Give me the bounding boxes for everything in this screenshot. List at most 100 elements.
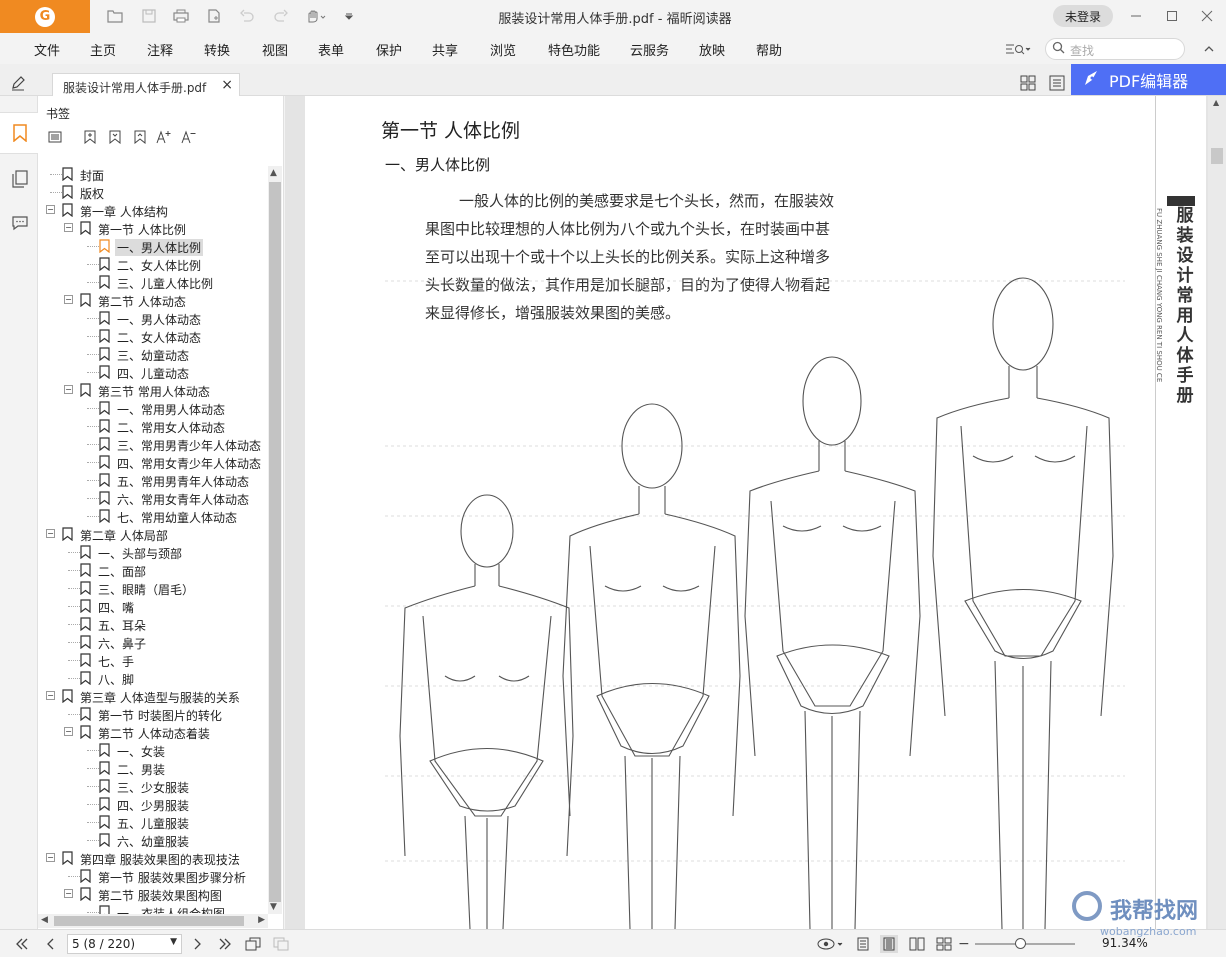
ribbon-collapse-icon[interactable] (1200, 40, 1218, 58)
customize-quick-access-icon[interactable] (340, 7, 358, 25)
bookmark-item[interactable]: 三、儿童人体比例 (38, 274, 268, 292)
bookmark-item[interactable]: 三、幼童动态 (38, 346, 268, 364)
bookmark-collapse-toggle[interactable]: − (46, 529, 55, 538)
menu-features[interactable]: 特色功能 (548, 40, 600, 59)
facing-page-icon[interactable] (908, 935, 926, 953)
bookmark-collapse-toggle[interactable]: − (46, 205, 55, 214)
bookmark-down-icon[interactable] (106, 128, 124, 146)
menu-help[interactable]: 帮助 (756, 40, 782, 59)
open-folder-icon[interactable] (106, 7, 124, 25)
page-number-field[interactable]: 5 (8 / 220) ▼ (67, 934, 182, 954)
search-options-icon[interactable] (1003, 40, 1033, 58)
bookmark-options-icon[interactable] (46, 128, 64, 146)
bookmark-collapse-toggle[interactable]: − (64, 295, 73, 304)
zoom-out-icon[interactable]: − (958, 936, 970, 952)
bookmark-item[interactable]: − 第二节 人体动态着装 (38, 724, 268, 742)
bookmark-collapse-toggle[interactable]: − (64, 385, 73, 394)
bookmark-item[interactable]: 三、常用男青少年人体动态 (38, 436, 268, 454)
add-bookmark-icon[interactable] (81, 128, 99, 146)
bookmark-hscroll-thumb[interactable] (54, 916, 244, 926)
document-scroll-thumb[interactable] (1211, 148, 1223, 164)
bookmark-item[interactable]: 四、常用女青少年人体动态 (38, 454, 268, 472)
bookmark-item[interactable]: − 第二节 人体动态 (38, 292, 268, 310)
bookmark-collapse-toggle[interactable]: − (46, 853, 55, 862)
bookmark-item[interactable]: − 第四章 服装效果图的表现技法 (38, 850, 268, 868)
print-icon[interactable] (172, 7, 190, 25)
scroll-right-icon[interactable]: ▶ (258, 915, 265, 925)
continuous-facing-icon[interactable] (935, 935, 953, 953)
undo-icon[interactable] (238, 7, 256, 25)
menu-convert[interactable]: 转换 (204, 40, 230, 59)
bookmark-item[interactable]: 八、脚 (38, 670, 268, 688)
edit-pen-icon[interactable] (9, 74, 27, 92)
bookmark-item[interactable]: 三、少女服装 (38, 778, 268, 796)
scroll-up-icon[interactable]: ▲ (270, 168, 277, 178)
bookmark-item[interactable]: 六、常用女青年人体动态 (38, 490, 268, 508)
tile-view-icon[interactable] (1019, 74, 1037, 92)
bookmark-item[interactable]: 三、眼睛（眉毛） (38, 580, 268, 598)
last-page-icon[interactable] (216, 935, 234, 953)
document-vertical-scrollbar[interactable]: ▲ (1208, 96, 1226, 929)
next-page-icon[interactable] (188, 935, 206, 953)
app-logo[interactable]: G (0, 0, 90, 33)
pages-icon[interactable] (9, 168, 31, 190)
bookmark-item[interactable]: 二、面部 (38, 562, 268, 580)
bookmark-item[interactable]: 一、女装 (38, 742, 268, 760)
document-list-icon[interactable] (1048, 74, 1066, 92)
search-input[interactable]: 查找 (1045, 38, 1185, 60)
bookmark-collapse-toggle[interactable]: − (64, 889, 73, 898)
bookmark-item[interactable]: − 第二章 人体局部 (38, 526, 268, 544)
doc-scroll-up-icon[interactable]: ▲ (1213, 98, 1219, 107)
comments-icon[interactable] (9, 212, 31, 234)
minimize-icon[interactable] (1126, 6, 1146, 26)
menu-cloud[interactable]: 云服务 (630, 40, 669, 59)
bookmark-item[interactable]: 版权 (38, 184, 268, 202)
bookmark-collapse-toggle[interactable]: − (46, 691, 55, 700)
previous-view-icon[interactable] (244, 935, 262, 953)
menu-view[interactable]: 视图 (262, 40, 288, 59)
bookmark-vertical-scrollbar[interactable]: ▲ ▼ (268, 166, 282, 914)
bookmark-item[interactable]: 一、常用男人体动态 (38, 400, 268, 418)
bookmark-item[interactable]: 四、少男服装 (38, 796, 268, 814)
redo-icon[interactable] (272, 7, 290, 25)
menu-slideshow[interactable]: 放映 (699, 40, 725, 59)
previous-page-icon[interactable] (42, 935, 60, 953)
bookmark-item[interactable]: − 第二节 服装效果图构图 (38, 886, 268, 904)
bookmark-item[interactable]: − 第三章 人体造型与服装的关系 (38, 688, 268, 706)
bookmark-item[interactable]: − 第三节 常用人体动态 (38, 382, 268, 400)
zoom-slider-handle[interactable] (1015, 938, 1026, 949)
bookmark-item[interactable]: 六、幼童服装 (38, 832, 268, 850)
continuous-page-icon[interactable] (880, 935, 898, 953)
bookmark-item[interactable]: 四、嘴 (38, 598, 268, 616)
document-view[interactable]: 第一节 人体比例 一、男人体比例 一般人体的比例的美感要求是七个头长，然而，在服… (285, 96, 1226, 929)
pdf-editor-button[interactable]: PDF编辑器 (1071, 64, 1226, 95)
first-page-icon[interactable] (13, 935, 31, 953)
page-dropdown-icon[interactable]: ▼ (170, 937, 177, 947)
tab-close-icon[interactable]: × (221, 77, 233, 93)
maximize-icon[interactable] (1162, 6, 1182, 26)
bookmark-collapse-toggle[interactable]: − (64, 223, 73, 232)
bookmark-scroll-thumb[interactable] (269, 182, 281, 902)
scroll-down-icon[interactable]: ▼ (270, 902, 277, 912)
bookmark-item[interactable]: 一、男人体动态 (38, 310, 268, 328)
bookmark-item[interactable]: 五、耳朵 (38, 616, 268, 634)
bookmark-icon[interactable] (9, 122, 31, 144)
bookmark-item[interactable]: 一、衣装人组合构图 (38, 904, 268, 914)
bookmark-item[interactable]: − 第一章 人体结构 (38, 202, 268, 220)
bookmark-item[interactable]: 二、女人体比例 (38, 256, 268, 274)
bookmark-item[interactable]: 一、男人体比例 (38, 238, 268, 256)
login-button[interactable]: 未登录 (1053, 5, 1113, 27)
menu-form[interactable]: 表单 (318, 40, 344, 59)
menu-comment[interactable]: 注释 (147, 40, 173, 59)
bookmark-collapse-toggle[interactable]: − (64, 727, 73, 736)
bookmark-item[interactable]: 二、男装 (38, 760, 268, 778)
bookmark-item[interactable]: 一、头部与颈部 (38, 544, 268, 562)
bookmark-item[interactable]: 七、手 (38, 652, 268, 670)
close-icon[interactable] (1197, 6, 1217, 26)
bookmark-item[interactable]: 四、儿童动态 (38, 364, 268, 382)
save-icon[interactable] (140, 7, 158, 25)
bookmark-item[interactable]: 五、儿童服装 (38, 814, 268, 832)
font-increase-icon[interactable] (155, 128, 173, 146)
bookmark-horizontal-scrollbar[interactable]: ◀ ▶ (38, 914, 268, 928)
document-tab[interactable]: 服装设计常用人体手册.pdf × (52, 73, 240, 97)
